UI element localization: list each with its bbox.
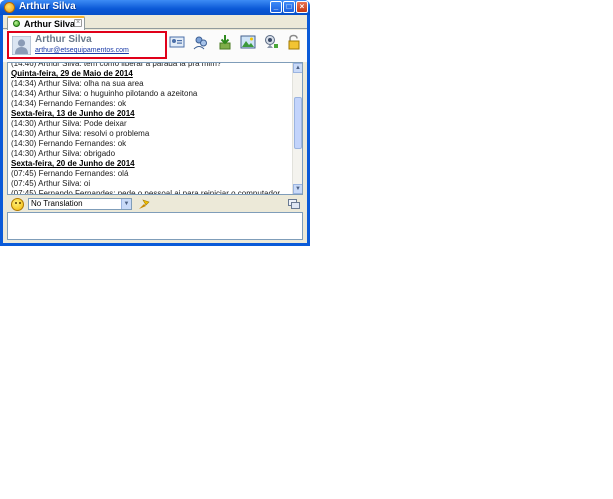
online-status-icon <box>13 20 20 27</box>
tab-strip: Arthur Silva × <box>3 15 307 30</box>
scroll-down-icon[interactable]: ▼ <box>293 184 302 194</box>
webcam-icon[interactable] <box>263 34 279 50</box>
contact-name: Arthur Silva <box>35 34 92 45</box>
chat-message: (07:45) Arthur Silva: oi <box>11 179 91 188</box>
tab-close-icon[interactable]: × <box>74 19 82 27</box>
chat-date-header: Quinta-feira, 29 de Maio de 2014 <box>11 69 133 78</box>
chat-scrollbar[interactable]: ▲ ▼ <box>292 63 302 194</box>
app-icon <box>4 2 15 13</box>
tab-label: Arthur Silva <box>24 19 76 29</box>
chat-message: (14:34) Arthur Silva: olha na sua area <box>11 79 144 88</box>
scroll-up-icon[interactable]: ▲ <box>293 63 302 73</box>
lock-icon[interactable] <box>286 34 302 50</box>
chat-message: (14:30) Arthur Silva: Pode deixar <box>11 119 127 128</box>
contact-email-link[interactable]: arthur@etsequipamentos.com <box>35 47 129 54</box>
chat-window: Arthur Silva _ □ × Arthur Silva × Arthur… <box>0 0 310 246</box>
chat-message: (14:34) Arthur Silva: o huguinho pilotan… <box>11 89 198 98</box>
chat-date-header: Sexta-feira, 20 de Junho de 2014 <box>11 159 135 168</box>
chat-message: (07:45) Fernando Fernandes: pede o pesso… <box>11 189 281 195</box>
nudge-icon[interactable] <box>137 198 151 211</box>
chevron-down-icon[interactable]: ▼ <box>121 199 131 209</box>
tab-conversation[interactable]: Arthur Silva × <box>7 16 85 30</box>
window-client-area: Arthur Silva × Arthur Silva arthur@etseq… <box>3 15 307 243</box>
scroll-thumb[interactable] <box>294 97 302 149</box>
translation-selected-value: No Translation <box>31 199 83 208</box>
layout-toggle-icon[interactable] <box>288 199 300 209</box>
title-bar[interactable]: Arthur Silva _ □ × <box>0 0 310 15</box>
message-input[interactable] <box>7 212 303 240</box>
conversation-header: Arthur Silva arthur@etsequipamentos.com <box>3 30 307 62</box>
contact-info: Arthur Silva arthur@etsequipamentos.com <box>7 31 167 59</box>
avatar-icon[interactable] <box>12 36 31 55</box>
input-toolbar: No Translation ▼ <box>3 196 307 212</box>
translation-select[interactable]: No Translation ▼ <box>28 198 132 210</box>
chat-message: (14:30) Arthur Silva: resolvi o problema <box>11 129 150 138</box>
chat-message: (14:46) Arthur Silva: tem como liberar a… <box>11 62 222 68</box>
close-button[interactable]: × <box>296 1 308 13</box>
send-picture-icon[interactable] <box>240 34 256 50</box>
chat-message: (14:30) Arthur Silva: obrigado <box>11 149 116 158</box>
window-title: Arthur Silva <box>19 1 76 12</box>
chat-history-lines: (14:46) Arthur Silva: tem como liberar a… <box>11 62 291 195</box>
emoticon-icon[interactable] <box>11 198 24 211</box>
send-file-icon[interactable] <box>217 34 233 50</box>
chat-history[interactable]: (14:46) Arthur Silva: tem como liberar a… <box>7 62 303 195</box>
chat-message: (14:30) Fernando Fernandes: ok <box>11 139 127 148</box>
chat-message: (14:34) Fernando Fernandes: ok <box>11 99 127 108</box>
invite-icon[interactable] <box>193 34 209 50</box>
minimize-button[interactable]: _ <box>270 1 282 13</box>
chat-message: (07:45) Fernando Fernandes: olá <box>11 169 129 178</box>
maximize-button[interactable]: □ <box>283 1 295 13</box>
contact-card-icon[interactable] <box>169 34 185 50</box>
chat-date-header: Sexta-feira, 13 de Junho de 2014 <box>11 109 135 118</box>
